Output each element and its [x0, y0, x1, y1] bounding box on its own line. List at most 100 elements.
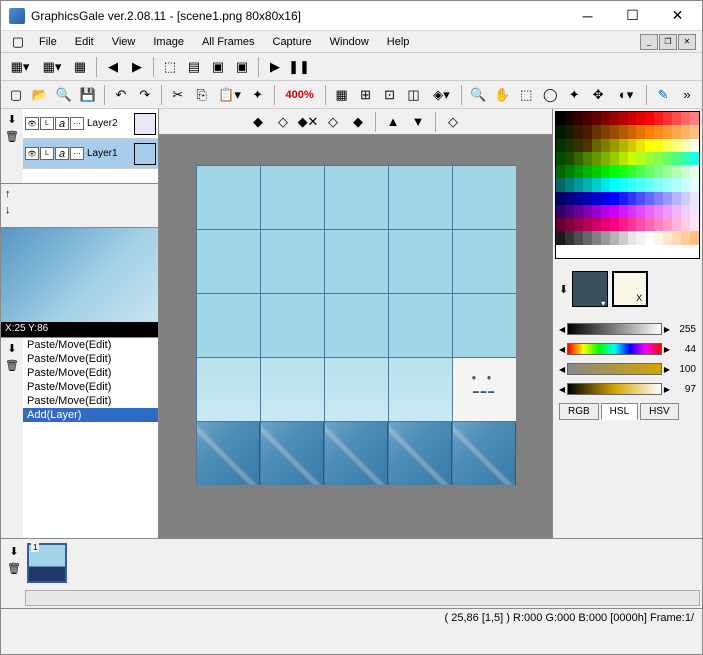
palette-swatch[interactable] — [663, 139, 672, 152]
palette-swatch[interactable] — [672, 165, 681, 178]
palette-swatch[interactable] — [556, 245, 565, 258]
light-slider[interactable]: ◀▶97 — [555, 379, 700, 399]
palette-swatch[interactable] — [583, 152, 592, 165]
palette-swatch[interactable] — [672, 218, 681, 231]
menu-image[interactable]: Image — [145, 34, 192, 50]
palette-swatch[interactable] — [574, 218, 583, 231]
palette-swatch[interactable] — [636, 139, 645, 152]
palette-swatch[interactable] — [690, 245, 699, 258]
palette-swatch[interactable] — [681, 165, 690, 178]
hand-tool-icon[interactable]: ✋ — [491, 84, 513, 106]
palette-swatch[interactable] — [565, 218, 574, 231]
wand-icon[interactable]: ✦ — [563, 84, 585, 106]
palette-swatch[interactable] — [556, 139, 565, 152]
palette-swatch[interactable] — [672, 245, 681, 258]
swap-icon[interactable]: ⬇ — [559, 283, 568, 296]
frame-add-icon2[interactable]: ⬇ — [9, 545, 18, 558]
palette-swatch[interactable] — [601, 205, 610, 218]
palette-swatch[interactable] — [690, 205, 699, 218]
menu-edit[interactable]: Edit — [67, 34, 102, 50]
palette-swatch[interactable] — [628, 112, 637, 125]
view-icon[interactable]: ◈▾ — [426, 84, 456, 106]
layer-up-icon[interactable]: ↑ — [5, 188, 11, 200]
palette-swatch[interactable] — [672, 205, 681, 218]
palette-swatch[interactable] — [663, 125, 672, 138]
palette-swatch[interactable] — [619, 192, 628, 205]
sat-slider[interactable]: ◀▶100 — [555, 359, 700, 379]
palette-swatch[interactable] — [654, 245, 663, 258]
palette-swatch[interactable] — [565, 205, 574, 218]
palette-swatch[interactable] — [628, 218, 637, 231]
palette-swatch[interactable] — [628, 192, 637, 205]
palette-swatch[interactable] — [574, 178, 583, 191]
palette-swatch[interactable] — [654, 192, 663, 205]
palette-swatch[interactable] — [592, 152, 601, 165]
palette-swatch[interactable] — [610, 192, 619, 205]
palette-swatch[interactable] — [610, 245, 619, 258]
palette-swatch[interactable] — [681, 231, 690, 244]
palette-swatch[interactable] — [601, 231, 610, 244]
palette-swatch[interactable] — [654, 231, 663, 244]
palette-swatch[interactable] — [610, 165, 619, 178]
palette-swatch[interactable] — [645, 245, 654, 258]
layer-item[interactable]: 👁La⋯Layer2 — [23, 109, 158, 139]
palette-swatch[interactable] — [654, 205, 663, 218]
palette-swatch[interactable] — [645, 218, 654, 231]
save-icon[interactable]: 💾 — [77, 84, 99, 106]
palette-swatch[interactable] — [556, 125, 565, 138]
mdi-close[interactable]: ✕ — [678, 34, 696, 50]
layer-item[interactable]: 👁La⋯Layer1 — [23, 139, 158, 169]
palette-swatch[interactable] — [592, 178, 601, 191]
palette-swatch[interactable] — [645, 125, 654, 138]
frame-del-icon[interactable]: ▦ — [69, 56, 91, 78]
palette-swatch[interactable] — [565, 139, 574, 152]
clear-icon[interactable]: ◇ — [442, 111, 464, 133]
palette-swatch[interactable] — [636, 245, 645, 258]
palette-swatch[interactable] — [690, 218, 699, 231]
grid-icon[interactable]: ▦ — [331, 84, 353, 106]
palette-swatch[interactable] — [645, 231, 654, 244]
paste-frame-icon[interactable]: ▣ — [231, 56, 253, 78]
palette-swatch[interactable] — [574, 165, 583, 178]
colortab-rgb[interactable]: RGB — [559, 403, 599, 420]
palette-swatch[interactable] — [628, 205, 637, 218]
palette-swatch[interactable] — [619, 245, 628, 258]
palette-swatch[interactable] — [628, 125, 637, 138]
frame-add-icon[interactable]: ▦▾ — [5, 56, 35, 78]
palette-swatch[interactable] — [565, 112, 574, 125]
palette-swatch[interactable] — [672, 112, 681, 125]
palette-swatch[interactable] — [645, 152, 654, 165]
palette-swatch[interactable] — [583, 231, 592, 244]
palette-swatch[interactable] — [565, 165, 574, 178]
onion-icon[interactable]: ⬚ — [159, 56, 181, 78]
preview-canvas[interactable] — [1, 228, 158, 322]
palette-swatch[interactable] — [610, 125, 619, 138]
delete-layer-icon[interactable]: 🗑 — [5, 130, 19, 143]
palette-swatch[interactable] — [663, 178, 672, 191]
palette-swatch[interactable] — [610, 205, 619, 218]
palette-swatch[interactable] — [601, 245, 610, 258]
palette-swatch[interactable] — [645, 112, 654, 125]
palette-swatch[interactable] — [654, 165, 663, 178]
history-item[interactable]: Paste/Move(Edit) — [23, 338, 158, 352]
palette-swatch[interactable] — [574, 192, 583, 205]
palette-swatch[interactable] — [636, 231, 645, 244]
frame-dup-icon[interactable]: ▦▾ — [37, 56, 67, 78]
palette-swatch[interactable] — [592, 192, 601, 205]
transparency-icon[interactable]: ◫ — [403, 84, 425, 106]
palette-swatch[interactable] — [672, 139, 681, 152]
history-item[interactable]: Paste/Move(Edit) — [23, 394, 158, 408]
layer-down-icon[interactable]: ↓ — [5, 204, 11, 216]
cut-icon[interactable]: ✂ — [167, 84, 189, 106]
palette-swatch[interactable] — [654, 178, 663, 191]
zoom-level[interactable]: 400% — [280, 89, 320, 101]
history-del-icon[interactable]: 🗑 — [5, 359, 19, 372]
palette-swatch[interactable] — [690, 231, 699, 244]
palette-swatch[interactable] — [619, 218, 628, 231]
palette-swatch[interactable] — [672, 192, 681, 205]
move-icon[interactable]: ✥ — [587, 84, 609, 106]
palette-swatch[interactable] — [690, 192, 699, 205]
palette-swatch[interactable] — [565, 152, 574, 165]
palette-swatch[interactable] — [565, 192, 574, 205]
history-item[interactable]: Add(Layer) — [23, 408, 158, 422]
